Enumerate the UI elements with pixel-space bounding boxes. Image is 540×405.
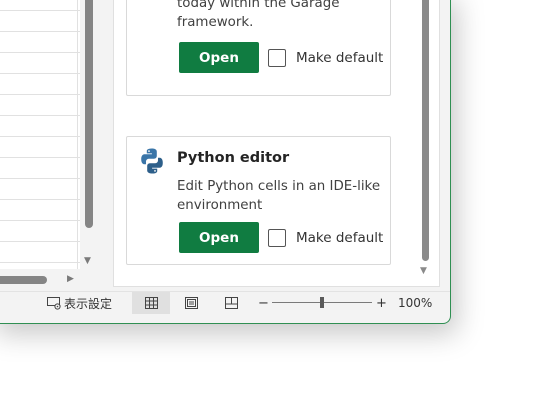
zoom-out-button[interactable]: − (258, 292, 269, 314)
grid-horizontal-scroll-thumb[interactable] (0, 276, 47, 284)
card-description-line: environment (177, 198, 263, 213)
normal-view-icon (144, 297, 158, 309)
display-settings-icon (47, 296, 61, 310)
zoom-level[interactable]: 100% (398, 292, 432, 314)
make-default-option[interactable]: Make default (268, 42, 383, 73)
card-title: Python editor (177, 150, 290, 166)
make-default-option[interactable]: Make default (268, 222, 383, 253)
python-icon (141, 148, 163, 174)
display-settings-button[interactable]: 表示設定 (47, 292, 112, 314)
card-description: Edit Python cells in an IDE-like environ… (177, 177, 387, 215)
grid-vertical-scroll-thumb[interactable] (85, 0, 93, 228)
display-settings-label: 表示設定 (64, 296, 113, 311)
scrollbar-corner (80, 269, 98, 291)
zoom-slider-knob[interactable] (320, 297, 324, 308)
card-description: today within the Garage framework. (177, 0, 387, 32)
grid-column-line (77, 0, 78, 269)
scroll-down-arrow-icon[interactable]: ▼ (420, 266, 427, 276)
card-description-line: today within the Garage (177, 0, 340, 11)
excel-window: ▼ ▶ today within the Garage framework. O… (0, 0, 451, 324)
normal-view-button[interactable] (132, 292, 170, 314)
editor-card-garage: today within the Garage framework. Open … (126, 0, 391, 96)
make-default-checkbox[interactable] (268, 228, 286, 247)
grid-horizontal-scrollbar[interactable]: ▶ (0, 269, 98, 291)
page-break-preview-button[interactable] (212, 292, 250, 314)
page-layout-view-icon (184, 297, 198, 309)
page-break-preview-icon (224, 297, 238, 309)
make-default-label: Make default (296, 49, 384, 66)
scroll-down-arrow-icon[interactable]: ▼ (84, 256, 91, 266)
pane-vertical-scrollbar[interactable]: ▼ (416, 0, 436, 281)
addin-task-pane: today within the Garage framework. Open … (113, 0, 440, 287)
open-button[interactable]: Open (179, 222, 259, 253)
card-description-line: Edit Python cells in an IDE-like (177, 179, 381, 194)
editor-card-python: Python editor Edit Python cells in an ID… (126, 136, 391, 265)
page-layout-view-button[interactable] (172, 292, 210, 314)
make-default-label: Make default (296, 229, 384, 246)
scroll-right-arrow-icon[interactable]: ▶ (67, 274, 74, 284)
zoom-slider[interactable] (272, 292, 372, 314)
zoom-in-button[interactable]: + (376, 292, 387, 314)
status-bar: 表示設定 − + 100% (0, 291, 450, 314)
spreadsheet-grid[interactable] (0, 0, 81, 269)
make-default-checkbox[interactable] (268, 48, 286, 67)
grid-vertical-scrollbar[interactable]: ▼ (80, 0, 98, 269)
card-description-line: framework. (177, 15, 254, 30)
open-button[interactable]: Open (179, 42, 259, 73)
pane-scroll-thumb[interactable] (422, 0, 429, 261)
